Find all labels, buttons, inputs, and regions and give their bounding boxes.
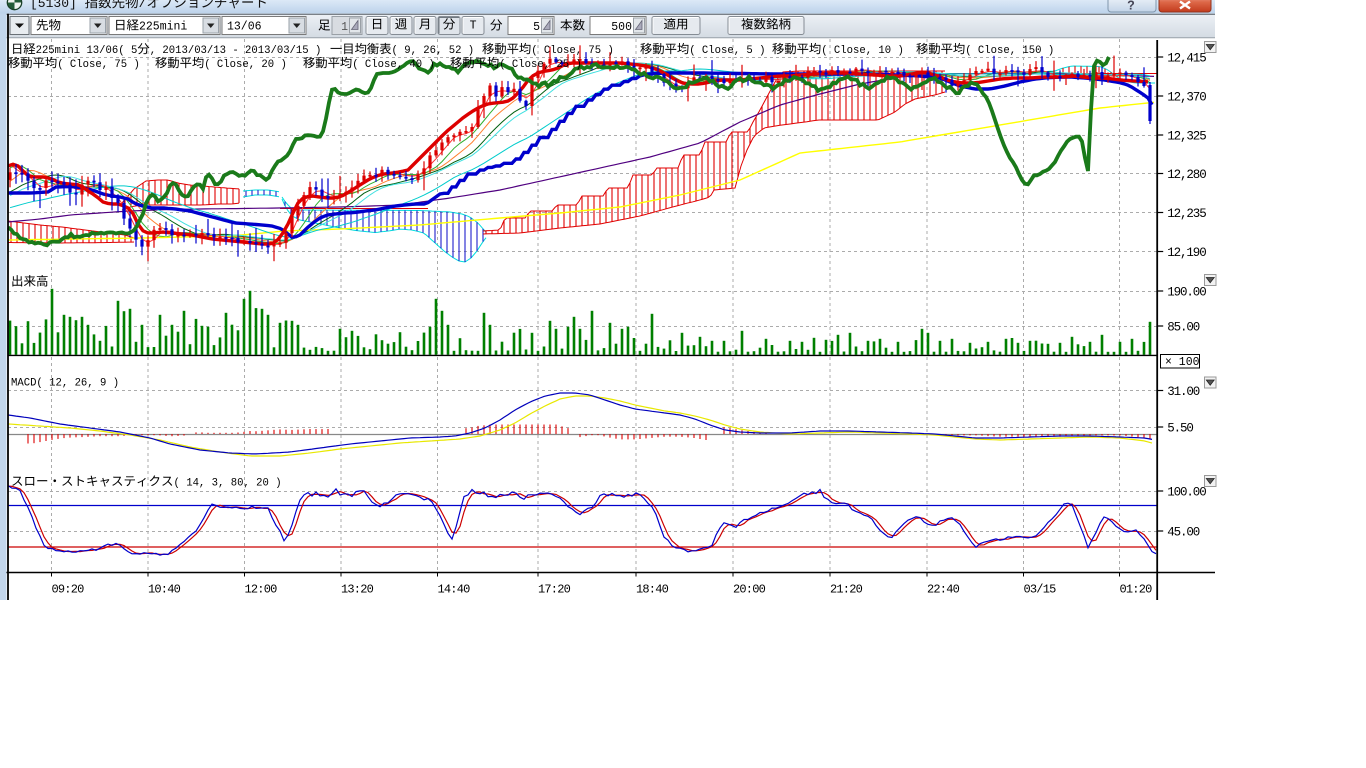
svg-text:/: / (139, 0, 147, 11)
svg-text:( Close, 10 ): ( Close, 10 ) (821, 45, 904, 57)
svg-text:45.00: 45.00 (1167, 526, 1200, 540)
svg-text:12,190: 12,190 (1167, 246, 1206, 260)
svg-text:14:40: 14:40 (438, 583, 471, 597)
svg-text:12,280: 12,280 (1167, 168, 1206, 182)
svg-text:( Close, 20 ): ( Close, 20 ) (204, 59, 287, 71)
svg-text:13:20: 13:20 (341, 583, 374, 597)
svg-text:01:20: 01:20 (1120, 583, 1153, 597)
svg-text:500: 500 (611, 21, 632, 34)
svg-text:22:40: 22:40 (927, 583, 960, 597)
svg-text:03/15: 03/15 (1024, 583, 1057, 597)
svg-text:( Close, 75 ): ( Close, 75 ) (57, 59, 140, 71)
svg-text:× 100: × 100 (1165, 356, 1200, 369)
svg-text:12:00: 12:00 (245, 583, 278, 597)
svg-text:18:40: 18:40 (636, 583, 669, 597)
svg-text:31.00: 31.00 (1167, 385, 1200, 399)
svg-text:12,325: 12,325 (1167, 130, 1206, 144)
svg-text:( Close, 150 ): ( Close, 150 ) (965, 45, 1054, 57)
svg-text:[5130]: [5130] (30, 0, 85, 11)
svg-text:?: ? (1127, 0, 1135, 13)
svg-text:1: 1 (341, 21, 348, 34)
svg-text:100.00: 100.00 (1167, 486, 1206, 500)
svg-text:( 9, 26, 52 ): ( 9, 26, 52 ) (392, 45, 475, 57)
svg-text:( Close, 40 ): ( Close, 40 ) (352, 59, 435, 71)
svg-text:MACD( 12, 26, 9 ): MACD( 12, 26, 9 ) (11, 378, 119, 390)
svg-text:T: T (470, 20, 477, 33)
svg-text:12,415: 12,415 (1167, 52, 1206, 66)
svg-text:09:20: 09:20 (52, 583, 85, 597)
svg-text:20:00: 20:00 (733, 583, 766, 597)
svg-text:( 14, 3, 80, 20 ): ( 14, 3, 80, 20 ) (174, 478, 282, 490)
svg-text:17:20: 17:20 (538, 583, 571, 597)
svg-text:( Close, 75 ): ( Close, 75 ) (531, 45, 614, 57)
svg-text:225mini: 225mini (139, 21, 187, 34)
svg-text:, 2013/03/13 - 2013/03/15 ): , 2013/03/13 - 2013/03/15 ) (150, 45, 322, 57)
svg-text:5: 5 (533, 21, 540, 34)
svg-text:190.00: 190.00 (1167, 286, 1206, 300)
svg-text:10:40: 10:40 (148, 583, 181, 597)
svg-text:85.00: 85.00 (1167, 321, 1200, 335)
svg-text:( Close, 25 ): ( Close, 25 ) (499, 59, 582, 71)
svg-text:225mini 13/06( 5: 225mini 13/06( 5 (36, 45, 138, 57)
svg-text:12,235: 12,235 (1167, 207, 1206, 221)
svg-text:12,370: 12,370 (1167, 91, 1206, 105)
svg-text:5.50: 5.50 (1167, 422, 1193, 436)
svg-text:21:20: 21:20 (830, 583, 863, 597)
svg-text:13/06: 13/06 (227, 21, 262, 34)
svg-text:( Close, 5 ): ( Close, 5 ) (689, 45, 765, 57)
